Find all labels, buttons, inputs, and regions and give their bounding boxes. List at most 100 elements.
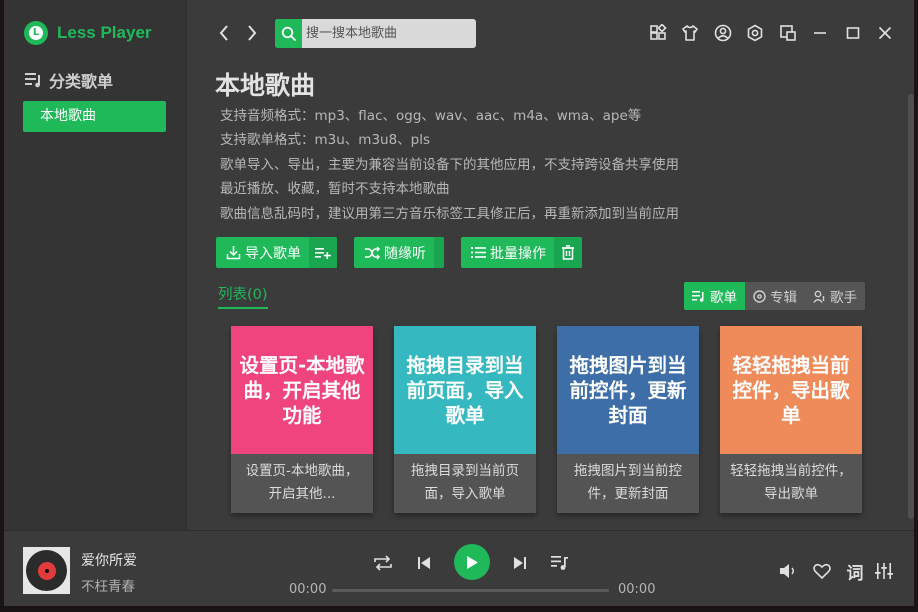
batch-group: 批量操作: [461, 237, 582, 268]
playlist-card[interactable]: 轻轻拖拽当前控件，导出歌单 轻轻拖拽当前控件，导出歌单: [720, 326, 862, 513]
list-icon: [471, 247, 486, 258]
chevron-left-icon: [219, 25, 228, 41]
search-input[interactable]: [302, 19, 476, 48]
playlist-card[interactable]: 设置页-本地歌曲，开启其他功能 设置页-本地歌曲，开启其他...: [231, 326, 373, 513]
search-button[interactable]: [275, 19, 302, 48]
skin-button[interactable]: [679, 22, 701, 44]
app-logo: L Less Player: [24, 21, 152, 45]
description-line: 歌曲信息乱码时，建议用第三方音乐标签工具修正后，再重新添加到当前应用: [220, 205, 679, 222]
download-icon: [226, 246, 241, 260]
random-listen-label: 随缘听: [384, 245, 426, 262]
description: 支持音频格式：mp3、flac、ogg、wav、aac、m4a、wma、ape等…: [220, 104, 679, 226]
action-buttons: 导入歌单 随缘听 批量操作: [216, 237, 599, 268]
description-line: 支持歌单格式：m3u、m3u8、pls: [220, 132, 431, 149]
back-button[interactable]: [214, 22, 234, 44]
progress-bar[interactable]: [332, 589, 609, 592]
import-playlist-button[interactable]: 导入歌单: [216, 237, 309, 268]
sidebar-heading-label: 分类歌单: [49, 72, 114, 91]
card-cover: 设置页-本地歌曲，开启其他功能: [231, 326, 373, 454]
playlist-icon: [692, 291, 704, 302]
scrollbar[interactable]: [908, 94, 914, 519]
card-title: 拖拽目录到当前页面，导入歌单: [411, 463, 519, 502]
now-playing-cover[interactable]: [23, 547, 70, 594]
song-artist: 不枉青春: [81, 579, 135, 595]
batch-operation-button[interactable]: 批量操作: [461, 237, 554, 268]
page-title: 本地歌曲: [215, 71, 316, 100]
delete-button[interactable]: [554, 237, 582, 268]
card-cover: 拖拽目录到当前页面，导入歌单: [394, 326, 536, 454]
user-button[interactable]: [712, 22, 734, 44]
chevron-right-icon: [248, 25, 257, 41]
minimize-icon: [814, 32, 826, 34]
volume-button[interactable]: [777, 560, 799, 582]
minimize-button[interactable]: [809, 22, 831, 44]
lyrics-button[interactable]: 词: [844, 559, 866, 584]
search-icon: [281, 26, 296, 41]
card-title: 设置页-本地歌曲，开启其他...: [245, 463, 359, 502]
singer-icon: [813, 290, 825, 303]
settings-icon: [747, 24, 763, 42]
add-playlist-button[interactable]: [309, 237, 337, 268]
maximize-icon: [846, 27, 859, 39]
playlist-card[interactable]: 拖拽图片到当前控件，更新封面 拖拽图片到当前控件，更新封面: [557, 326, 699, 513]
player-bar: 爱你所爱 不枉青春 00:00 00:00 词: [4, 530, 914, 606]
tab-list[interactable]: 列表(0): [218, 283, 268, 309]
mini-mode-icon: [779, 25, 796, 41]
tab-singer[interactable]: 歌手: [805, 282, 865, 310]
mini-mode-button[interactable]: [777, 22, 799, 44]
card-title: 拖拽图片到当前控件，更新封面: [574, 463, 682, 502]
playlist-cards: 设置页-本地歌曲，开启其他功能 设置页-本地歌曲，开启其他... 拖拽目录到当前…: [231, 326, 862, 513]
import-playlist-label: 导入歌单: [245, 245, 301, 262]
skip-next-icon: [514, 557, 526, 569]
view-switcher: 歌单 专辑 歌手: [684, 282, 865, 310]
window-toolbar: [636, 22, 896, 44]
tab-playlist-label: 歌单: [710, 290, 737, 306]
tab-album[interactable]: 专辑: [745, 282, 805, 310]
random-group: 随缘听: [354, 237, 444, 268]
song-title: 爱你所爱: [81, 553, 137, 569]
repeat-icon: [374, 555, 392, 571]
disc-icon: [26, 550, 67, 591]
close-icon: [878, 26, 892, 40]
description-line: 支持音频格式：mp3、flac、ogg、wav、aac、m4a、wma、ape等: [220, 108, 642, 124]
search-box: [275, 19, 476, 48]
card-cover: 轻轻拖拽当前控件，导出歌单: [720, 326, 862, 454]
sidebar: L Less Player 分类歌单 本地歌曲: [4, 0, 187, 530]
theme-icon: [649, 24, 667, 40]
sidebar-item-local-songs[interactable]: 本地歌曲: [23, 101, 166, 132]
logo-letter: L: [29, 26, 43, 40]
current-time: 00:00: [289, 582, 327, 597]
theme-button[interactable]: [647, 22, 669, 44]
queue-music-icon: [551, 556, 568, 570]
tab-singer-label: 歌手: [830, 290, 857, 306]
logo-icon: L: [24, 21, 48, 45]
random-listen-button[interactable]: 随缘听: [354, 237, 434, 268]
play-queue-button[interactable]: [548, 551, 572, 575]
previous-button[interactable]: [412, 551, 436, 575]
import-group: 导入歌单: [216, 237, 337, 268]
forward-button[interactable]: [242, 22, 262, 44]
close-button[interactable]: [874, 22, 896, 44]
playlist-card[interactable]: 拖拽目录到当前页面，导入歌单 拖拽目录到当前页面，导入歌单: [394, 326, 536, 513]
app-window: L Less Player 分类歌单 本地歌曲 搜一搜本地歌曲 本地歌曲 支持音…: [4, 0, 914, 606]
tab-playlist[interactable]: 歌单: [684, 282, 745, 310]
favorite-button[interactable]: [811, 560, 833, 582]
trash-icon: [562, 245, 574, 260]
next-button[interactable]: [508, 551, 532, 575]
shuffle-icon: [365, 245, 380, 260]
random-side: [434, 237, 444, 268]
description-line: 歌单导入、导出，主要为兼容当前设备下的其他应用，不支持跨设备共享使用: [220, 156, 679, 173]
volume-icon: [780, 564, 794, 578]
user-icon: [714, 24, 731, 42]
settings-button[interactable]: [744, 22, 766, 44]
repeat-button[interactable]: [371, 551, 395, 575]
heart-icon: [813, 563, 831, 579]
skin-icon: [682, 25, 698, 41]
description-line: 最近播放、收藏，暂时不支持本地歌曲: [220, 181, 450, 198]
play-button[interactable]: [454, 544, 490, 580]
play-icon: [467, 555, 478, 569]
card-cover: 拖拽图片到当前控件，更新封面: [557, 326, 699, 454]
maximize-button[interactable]: [842, 22, 864, 44]
total-time: 00:00: [618, 582, 656, 597]
equalizer-button[interactable]: [873, 560, 895, 582]
